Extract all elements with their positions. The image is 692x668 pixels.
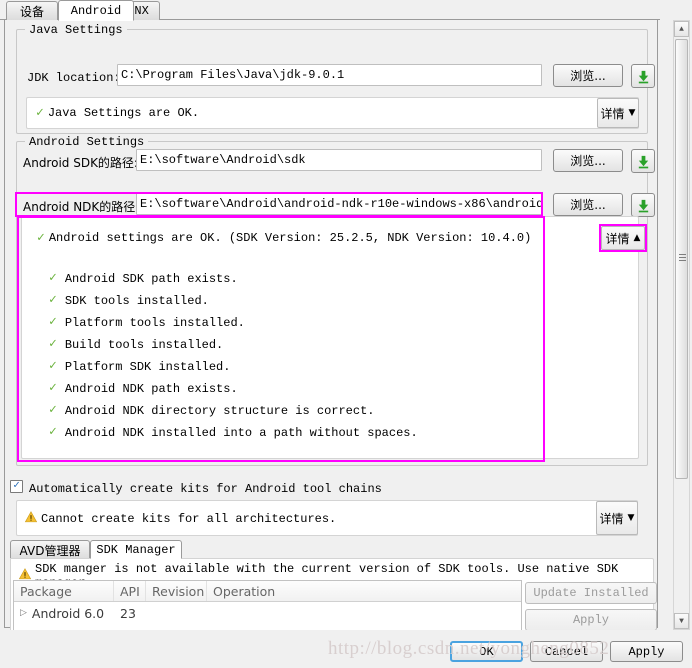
android-sdk-download-button[interactable] xyxy=(631,149,655,173)
android-ndk-download-button[interactable] xyxy=(631,193,655,217)
table-header-row: Package API Revision Operation xyxy=(14,581,521,602)
scroll-up-arrow-icon[interactable]: ▲ xyxy=(674,21,689,37)
tab-android-label: Android xyxy=(70,3,122,18)
list-item: ✓ Android NDK installed into a path with… xyxy=(49,424,418,448)
list-item: ✓ Platform tools installed. xyxy=(49,314,418,338)
android-ndk-path-input[interactable]: E:\software\Android\android-ndk-r10e-win… xyxy=(136,193,542,215)
download-arrow-icon xyxy=(638,155,648,168)
sdk-packages-table[interactable]: Package API Revision Operation ▷ Android… xyxy=(13,580,522,636)
tab-devices[interactable]: 设备 xyxy=(6,1,58,20)
auto-create-kits-label: Automatically create kits for Android to… xyxy=(29,482,382,496)
table-row[interactable]: ▷ Android 6.0 23 xyxy=(14,602,521,624)
green-check-icon: ✓ xyxy=(49,424,57,439)
cell-api: 23 xyxy=(120,605,136,621)
settings-dialog: 设备 Android QNX Java Settings JDK locatio… xyxy=(0,0,692,668)
cell-package: ▷ Android 6.0 xyxy=(14,606,114,621)
green-check-icon: ✓ xyxy=(36,105,44,120)
android-sdk-browse-button[interactable]: 浏览... xyxy=(553,149,623,172)
check-label: Android NDK directory structure is corre… xyxy=(64,404,375,418)
column-header-package: Package xyxy=(14,581,114,601)
download-arrow-icon xyxy=(638,199,648,212)
android-ndk-path-label: Android NDK的路径: xyxy=(23,200,140,214)
apply-button[interactable]: Apply xyxy=(610,641,683,662)
column-header-api: API xyxy=(114,581,146,601)
scroll-down-arrow-icon[interactable]: ▼ xyxy=(674,613,689,629)
green-check-icon: ✓ xyxy=(49,314,57,329)
java-status-row: ✓ Java Settings are OK. xyxy=(36,106,199,120)
android-settings-group-title: Android Settings xyxy=(25,135,149,149)
auto-create-kits-checkbox[interactable]: ✓ xyxy=(10,480,23,493)
green-check-icon: ✓ xyxy=(49,292,57,307)
android-settings-panel: Java Settings JDK location: C:\Program F… xyxy=(4,20,658,668)
vertical-scrollbar[interactable]: ▲ ▼ xyxy=(673,20,690,630)
green-check-icon: ✓ xyxy=(49,380,57,395)
tab-sdk-manager-label: SDK Manager xyxy=(96,542,176,557)
kits-details-button[interactable]: 详情 ▼ xyxy=(596,501,638,535)
green-check-icon: ✓ xyxy=(49,402,57,417)
check-label: Android NDK path exists. xyxy=(64,382,238,396)
jdk-download-button[interactable] xyxy=(631,64,655,88)
java-details-label: 详情 xyxy=(600,106,625,121)
scrollbar-thumb[interactable] xyxy=(675,39,688,479)
expand-triangle-icon[interactable]: ▷ xyxy=(20,608,27,618)
list-item: ✓ Build tools installed. xyxy=(49,336,418,360)
kits-details-label: 详情 xyxy=(599,511,624,526)
update-installed-button[interactable]: Update Installed xyxy=(525,582,657,604)
watermark: http://blog.csdn.net/yongheng0852 xyxy=(328,638,610,659)
check-label: Build tools installed. xyxy=(64,338,224,352)
chevron-up-icon: ▲ xyxy=(633,233,641,243)
list-item: ✓ Android SDK path exists. xyxy=(49,270,418,294)
android-details-label: 详情 xyxy=(605,231,630,246)
column-header-operation: Operation xyxy=(213,583,276,599)
tab-devices-label: 设备 xyxy=(19,4,44,19)
column-header-revision: Revision xyxy=(146,581,207,601)
java-details-button[interactable]: 详情 ▼ xyxy=(597,98,639,128)
check-label: Platform SDK installed. xyxy=(64,360,231,374)
android-sdk-path-input[interactable]: E:\software\Android\sdk xyxy=(136,149,542,171)
list-item: ✓ SDK tools installed. xyxy=(49,292,418,316)
android-check-list: ✓ Android SDK path exists. ✓ SDK tools i… xyxy=(49,270,418,448)
green-check-icon: ✓ xyxy=(49,358,57,373)
download-arrow-icon xyxy=(638,70,648,83)
android-sdk-path-label: Android SDK的路径: xyxy=(23,156,138,170)
java-settings-group-title: Java Settings xyxy=(25,23,127,37)
list-item: ✓ Platform SDK installed. xyxy=(49,358,418,382)
check-label: Platform tools installed. xyxy=(64,316,245,330)
check-label: SDK tools installed. xyxy=(64,294,209,308)
tab-avd-manager[interactable]: AVD管理器 xyxy=(10,540,90,559)
android-status-text: Android settings are OK. (SDK Version: 2… xyxy=(48,231,532,245)
jdk-location-input[interactable]: C:\Program Files\Java\jdk-9.0.1 xyxy=(117,64,542,86)
chevron-down-icon: ▼ xyxy=(627,513,635,523)
jdk-browse-button[interactable]: 浏览... xyxy=(553,64,623,87)
kits-warning-row: Cannot create kits for all architectures… xyxy=(24,511,337,527)
kits-warning-text: Cannot create kits for all architectures… xyxy=(41,512,337,526)
android-status-row: ✓ Android settings are OK. (SDK Version:… xyxy=(37,231,531,245)
green-check-icon: ✓ xyxy=(49,270,57,285)
scrollbar-grip-icon xyxy=(679,254,686,261)
tab-avd-manager-label: AVD管理器 xyxy=(19,543,81,558)
tab-android[interactable]: Android xyxy=(58,0,134,21)
chevron-down-icon: ▼ xyxy=(628,108,636,118)
tab-sdk-manager[interactable]: SDK Manager xyxy=(90,540,182,559)
java-status-text: Java Settings are OK. xyxy=(47,106,200,120)
top-tab-strip: 设备 Android QNX xyxy=(0,0,660,21)
cell-package-text: Android 6.0 xyxy=(31,605,105,621)
green-check-icon: ✓ xyxy=(49,336,57,351)
list-item: ✓ Android NDK directory structure is cor… xyxy=(49,402,418,426)
sdk-apply-button[interactable]: Apply xyxy=(525,609,657,631)
android-details-button[interactable]: 详情 ▲ xyxy=(601,226,645,250)
check-label: Android NDK installed into a path withou… xyxy=(64,426,418,440)
jdk-location-label: JDK location: xyxy=(27,71,121,85)
list-item: ✓ Android NDK path exists. xyxy=(49,380,418,404)
android-ndk-browse-button[interactable]: 浏览... xyxy=(553,193,623,216)
check-label: Android SDK path exists. xyxy=(64,272,238,286)
warning-triangle-icon xyxy=(24,511,38,527)
green-check-icon: ✓ xyxy=(37,230,45,245)
